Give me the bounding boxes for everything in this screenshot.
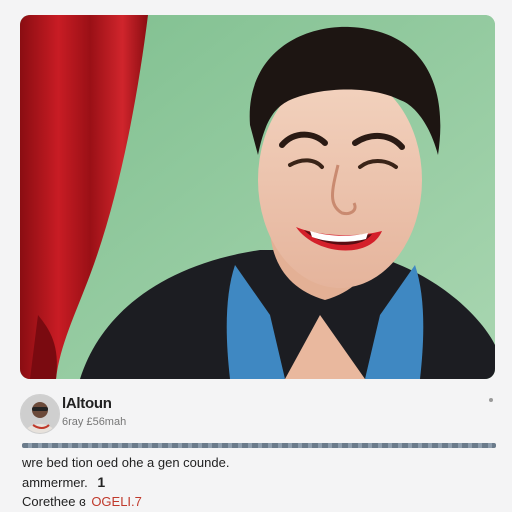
footer-label: Corethee ɞ	[22, 494, 86, 509]
stat-value: 1	[97, 474, 106, 490]
author-name[interactable]: lAltoun	[62, 395, 112, 412]
face	[258, 72, 422, 288]
stat-label: ammermer.	[22, 475, 88, 490]
stat-row: ammermer. 1	[22, 474, 105, 490]
post-caption: wre bed tion oed ohe a gen counde.	[22, 455, 230, 470]
more-options-icon[interactable]	[489, 398, 493, 402]
post-image[interactable]	[20, 15, 495, 379]
footer-row: Corethee ɞ OGELI.7	[22, 494, 142, 509]
avatar-photo-icon[interactable]	[20, 394, 60, 434]
footer-accent[interactable]: OGELI.7	[91, 494, 142, 509]
comedian-illustration	[20, 15, 495, 379]
author-handle: 6ray £56mah	[62, 416, 127, 428]
author-row: lAltoun 6ray £56mah	[20, 392, 495, 436]
divider	[22, 443, 496, 448]
